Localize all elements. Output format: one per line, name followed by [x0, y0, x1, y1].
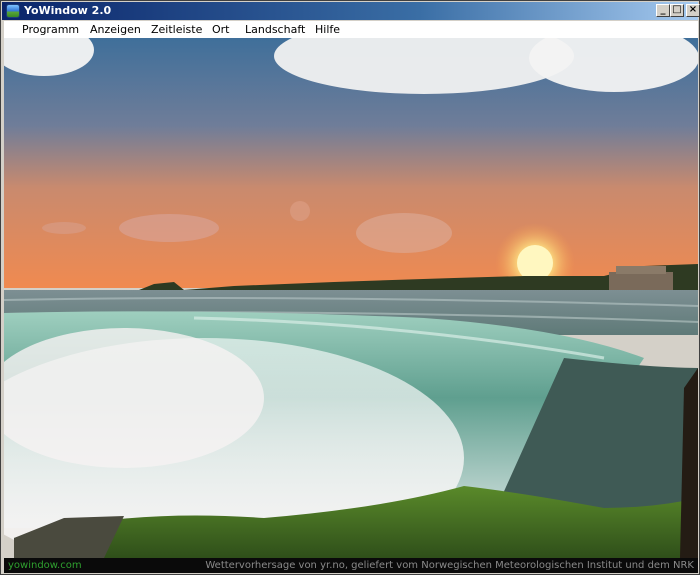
- menu-hilfe[interactable]: Hilfe: [311, 21, 344, 38]
- menu-ort[interactable]: Ort: [208, 21, 234, 38]
- menu-landschaft[interactable]: Landschaft: [241, 21, 309, 38]
- forecast-credit-text: Wettervorhersage von yr.no, geliefert vo…: [205, 560, 694, 571]
- menu-zeitleiste[interactable]: Zeitleiste: [147, 21, 206, 38]
- close-button[interactable]: ×: [686, 4, 700, 17]
- weather-scene[interactable]: [4, 38, 698, 558]
- maximize-button[interactable]: □: [670, 4, 684, 17]
- minimize-button[interactable]: _: [656, 4, 670, 17]
- status-bar: yowindow.com Wettervorhersage von yr.no,…: [4, 558, 698, 573]
- yowindow-website-link[interactable]: yowindow.com: [8, 558, 82, 573]
- title-bar[interactable]: YoWindow 2.0 _ □ ×: [2, 2, 700, 20]
- waterfall-landscape-image: [4, 38, 698, 558]
- menu-programm[interactable]: Programm: [18, 21, 83, 38]
- app-window: YoWindow 2.0 _ □ × Programm Anzeigen Zei…: [0, 0, 700, 575]
- window-title: YoWindow 2.0: [24, 4, 112, 17]
- menu-bar: Programm Anzeigen Zeitleiste Ort Landsch…: [4, 21, 698, 38]
- yowindow-app-icon[interactable]: [6, 4, 20, 18]
- menu-anzeigen[interactable]: Anzeigen: [86, 21, 145, 38]
